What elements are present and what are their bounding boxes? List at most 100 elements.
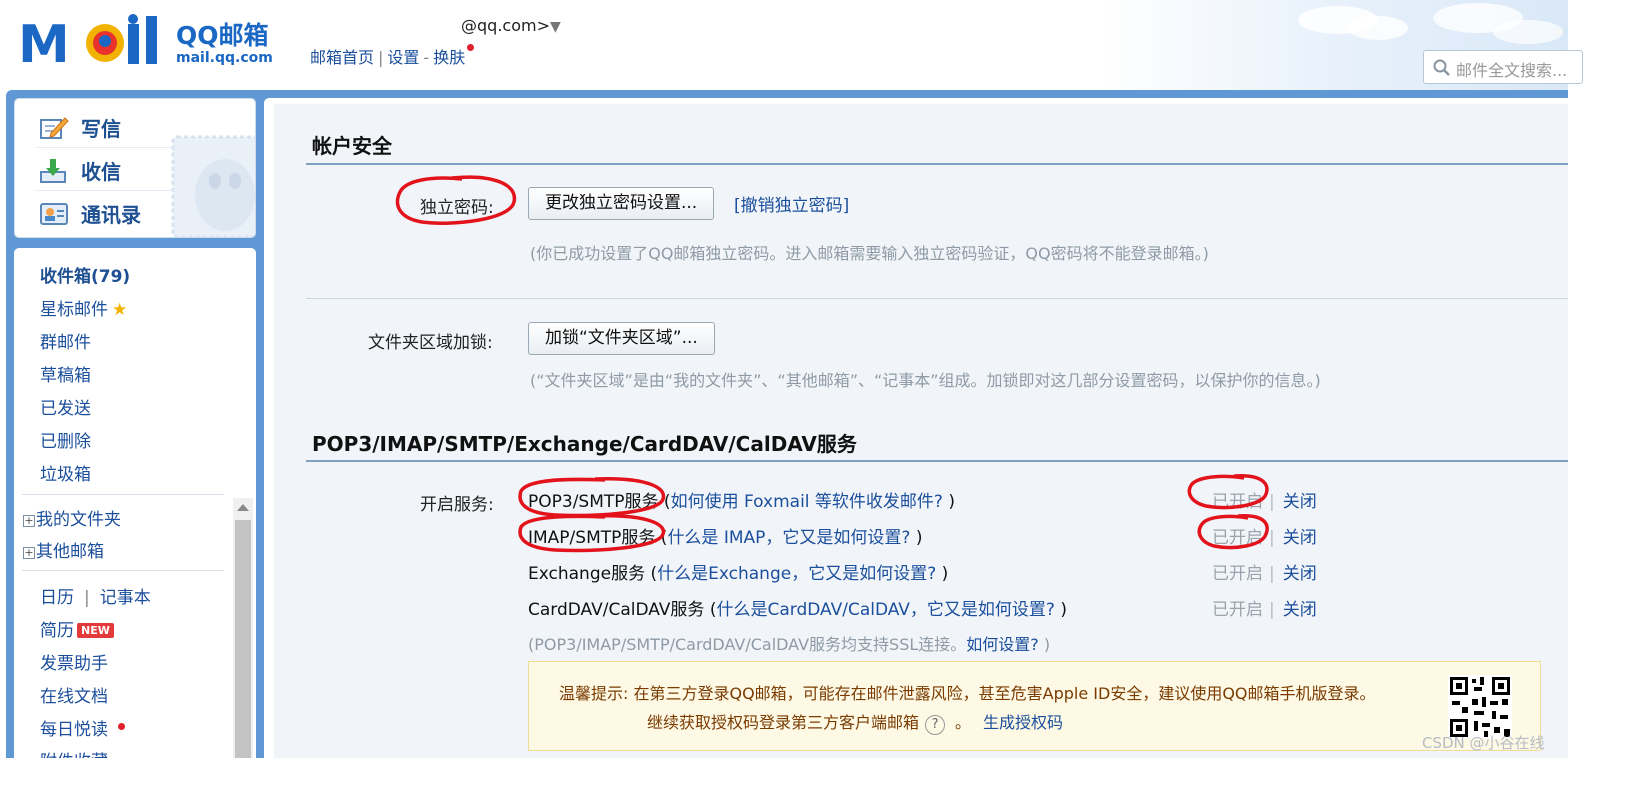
tip-line-1: 温馨提示: 在第三方登录QQ邮箱，可能存在邮件泄露风险，甚至危害Apple ID… [559, 684, 1376, 703]
help-paren-open: ( [645, 564, 658, 584]
daily-read-label[interactable]: 每日悦读 [40, 720, 108, 740]
disable-service-link[interactable]: 关闭 [1283, 528, 1317, 548]
lock-folder-area-button[interactable]: 加锁“文件夹区域”... [528, 322, 715, 355]
calendar-link[interactable]: 日历 [40, 588, 74, 608]
folder-deleted[interactable]: 已删除 [40, 427, 91, 452]
folder-starred[interactable]: 星标邮件 ★ [40, 295, 127, 320]
folder-sent[interactable]: 已发送 [40, 394, 91, 419]
account-switcher[interactable]: @qq.com>▼ [461, 16, 561, 35]
service-row-exchange: Exchange服务 (什么是Exchange，它又是如何设置? ) [528, 559, 948, 584]
pencil-icon [40, 116, 69, 139]
service-help-link[interactable]: 什么是 IMAP，它又是如何设置? [667, 528, 910, 548]
service-status-pop3: 已开启 | 关闭 [1212, 487, 1317, 512]
notification-dot [467, 44, 475, 51]
expand-plus-icon[interactable]: + [23, 515, 35, 527]
status-separator: | [1269, 528, 1275, 548]
logo-brand: QQ邮箱 mail.qq.com [176, 16, 273, 66]
search-icon[interactable] [1433, 59, 1451, 77]
write-mail-button[interactable]: 写信 [39, 113, 121, 142]
contacts-card-icon [40, 202, 68, 225]
service-help-link[interactable]: 如何使用 Foxmail 等软件收发邮件? [671, 492, 943, 512]
contacts-button[interactable]: 通讯录 [39, 199, 141, 228]
folder-other-mail[interactable]: + 其他邮箱 [23, 537, 104, 562]
tip-line-2: 继续获取授权码登录第三方客户端邮箱? 。生成授权码 [647, 709, 1063, 735]
resume-link[interactable]: 简历 NEW [40, 616, 114, 641]
section-divider [306, 460, 1568, 462]
compose-divider [35, 147, 175, 148]
help-paren-close: ) [910, 528, 923, 548]
status-enabled: 已开启 [1212, 492, 1263, 512]
folder-divider [22, 570, 224, 571]
account-email[interactable]: @qq.com> [461, 16, 550, 35]
daily-read-link[interactable]: 每日悦读 [40, 715, 125, 740]
write-mail-label[interactable]: 写信 [81, 113, 121, 142]
online-docs-link[interactable]: 在线文档 [40, 682, 108, 707]
compose-panel: 写信 收信 通讯录 [14, 98, 256, 238]
contacts-label[interactable]: 通讯录 [81, 199, 141, 228]
folder-my-folders[interactable]: + 我的文件夹 [23, 505, 121, 530]
password-note: (你已成功设置了QQ邮箱独立密码。进入邮箱需要输入独立密码验证，QQ密码将不能登… [530, 244, 1209, 263]
sidebar-scrollbar[interactable] [233, 498, 253, 758]
service-status-carddav: 已开启 | 关闭 [1212, 595, 1317, 620]
change-password-button[interactable]: 更改独立密码设置... [528, 187, 715, 220]
search-placeholder: 邮件全文搜索... [1456, 61, 1568, 80]
notification-dot [118, 723, 125, 730]
folder-starred-label[interactable]: 星标邮件 [40, 300, 108, 320]
services-title: POP3/IMAP/SMTP/Exchange/CardDAV/CalDAV服务 [312, 432, 857, 456]
status-enabled: 已开启 [1212, 528, 1263, 548]
tip-line-2-text: 继续获取授权码登录第三方客户端邮箱 [647, 713, 920, 732]
revoke-password-link[interactable]: [撤销独立密码] [734, 191, 849, 216]
service-row-imap: IMAP/SMTP服务 (什么是 IMAP，它又是如何设置? ) [528, 523, 922, 548]
mail-logo-icon[interactable]: M [18, 14, 170, 66]
service-name: CardDAV/CalDAV服务 [528, 600, 705, 620]
help-question-icon[interactable]: ? [925, 715, 946, 735]
inbox-download-icon [40, 158, 66, 183]
folder-group[interactable]: 群邮件 [40, 328, 91, 353]
expand-plus-icon[interactable]: + [23, 547, 35, 559]
fulltext-search-input[interactable]: 邮件全文搜索... [1423, 50, 1583, 84]
folder-my-folders-label[interactable]: 我的文件夹 [36, 510, 121, 530]
receive-mail-button[interactable]: 收信 [39, 156, 121, 185]
logo-brand-url: mail.qq.com [176, 50, 273, 66]
disable-service-link[interactable]: 关闭 [1283, 600, 1317, 620]
receive-mail-label[interactable]: 收信 [81, 156, 121, 185]
qr-code-icon[interactable] [1448, 675, 1512, 739]
tip-period: 。 [955, 713, 972, 732]
resume-label[interactable]: 简历 [40, 621, 74, 641]
section-divider [306, 163, 1568, 165]
folder-panel: 收件箱(79) 星标邮件 ★ 群邮件 草稿箱 已发送 已删除 垃圾箱 + 我的文件夹… [14, 248, 256, 758]
nav-separator: - [423, 48, 430, 67]
disable-service-link[interactable]: 关闭 [1283, 492, 1317, 512]
invoice-link[interactable]: 发票助手 [40, 649, 108, 674]
attachments-link[interactable]: 附件收藏 [40, 747, 108, 758]
service-help-link[interactable]: 什么是Exchange，它又是如何设置? [657, 564, 936, 584]
ssl-note-text: (POP3/IMAP/SMTP/CardDAV/CalDAV服务均支持SSL连接… [528, 635, 967, 654]
nav-separator: | [378, 48, 384, 67]
service-row-carddav: CardDAV/CalDAV服务 (什么是CardDAV/CalDAV，它又是如… [528, 595, 1067, 620]
service-name: Exchange服务 [528, 564, 646, 584]
generate-auth-code-link[interactable]: 生成授权码 [983, 713, 1063, 732]
service-help-link[interactable]: 什么是CardDAV/CalDAV，它又是如何设置? [716, 600, 1054, 620]
folder-drafts[interactable]: 草稿箱 [40, 361, 91, 386]
disable-service-link[interactable]: 关闭 [1283, 564, 1317, 584]
dropdown-arrow-icon[interactable]: ▼ [550, 19, 561, 35]
svg-text:M: M [18, 15, 70, 66]
scroll-up-icon[interactable] [237, 504, 249, 511]
nav-home-link[interactable]: 邮箱首页 [310, 48, 374, 67]
status-enabled: 已开启 [1212, 564, 1263, 584]
folder-spam[interactable]: 垃圾箱 [40, 460, 91, 485]
service-row-pop3: POP3/SMTP服务 (如何使用 Foxmail 等软件收发邮件? ) [528, 487, 955, 512]
top-header: M QQ邮箱 mail.qq.com @qq.com>▼ 邮箱首页 | 设置 - 换肤 … [0, 0, 1583, 90]
notepad-link[interactable]: 记事本 [100, 588, 151, 608]
nav-settings-link[interactable]: 设置 [387, 48, 419, 67]
ssl-note: (POP3/IMAP/SMTP/CardDAV/CalDAV服务均支持SSL连接… [528, 631, 1050, 655]
nav-skin-link[interactable]: 换肤 [433, 48, 465, 67]
scrollbar-thumb[interactable] [235, 520, 251, 758]
star-icon: ★ [112, 300, 128, 320]
folder-inbox[interactable]: 收件箱(79) [40, 262, 130, 287]
folder-other-mail-label[interactable]: 其他邮箱 [36, 542, 104, 562]
status-separator: | [1269, 600, 1275, 620]
status-enabled: 已开启 [1212, 600, 1263, 620]
ssl-howto-link[interactable]: 如何设置? [966, 635, 1039, 654]
logo-brand-name: QQ邮箱 [176, 21, 269, 50]
